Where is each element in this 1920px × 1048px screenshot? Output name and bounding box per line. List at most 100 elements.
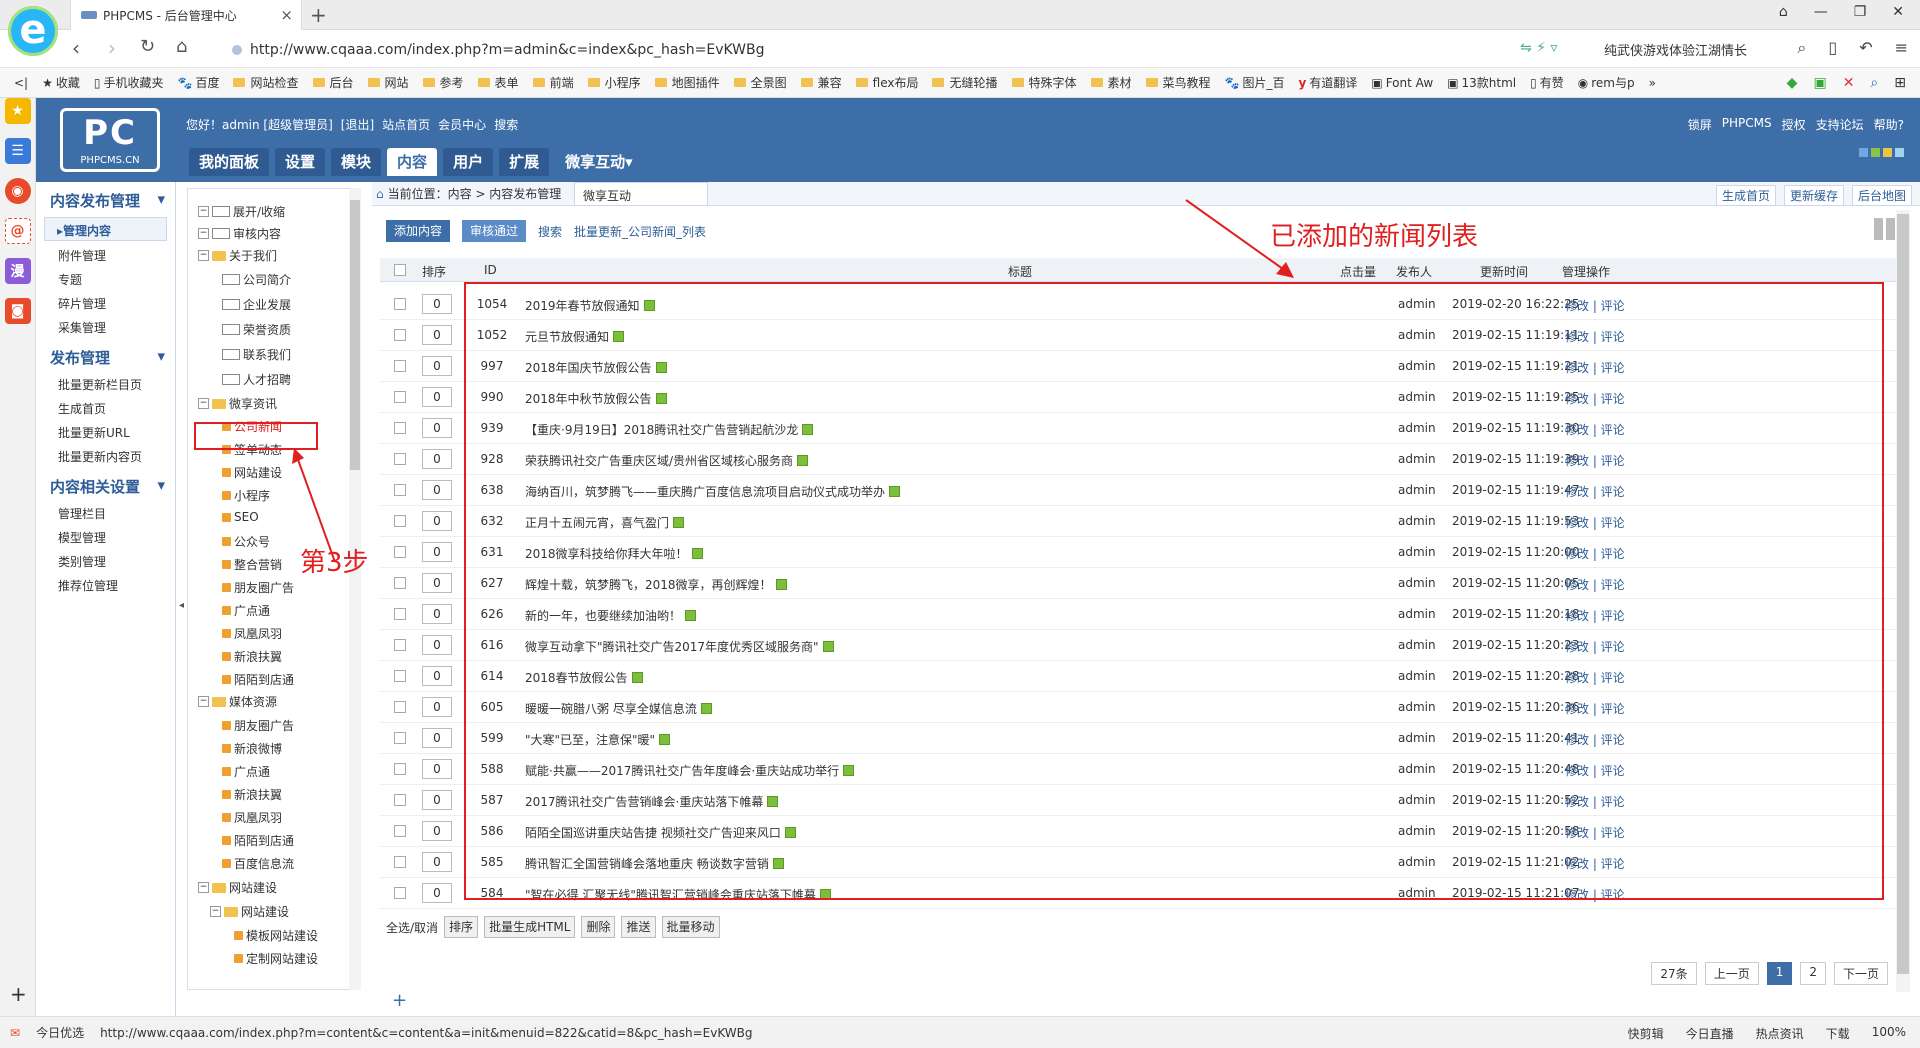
home-icon[interactable]: ⌂	[376, 187, 384, 201]
tab-extensions[interactable]: 扩展	[499, 148, 550, 176]
order-input[interactable]: 0	[422, 418, 452, 438]
menu-item-types[interactable]: 类别管理	[36, 549, 175, 573]
search-link[interactable]: 搜索	[538, 223, 562, 240]
order-input[interactable]: 0	[422, 294, 452, 314]
phpcms-link[interactable]: PHPCMS	[1722, 116, 1772, 133]
bookmark-folder[interactable]: 后台	[312, 74, 354, 91]
member-center-link[interactable]: 会员中心	[438, 116, 486, 133]
order-input[interactable]: 0	[422, 387, 452, 407]
menu-item-update-category-pages[interactable]: 批量更新栏目页	[36, 372, 175, 396]
bookmark-folder[interactable]: 素材	[1090, 74, 1132, 91]
order-input[interactable]: 0	[422, 883, 452, 903]
tree-node[interactable]: 广点通	[222, 763, 270, 780]
tree-node[interactable]: 公司简介	[222, 271, 291, 288]
phpcms-logo[interactable]: PC PHPCMS.CN	[60, 108, 160, 172]
close-icon[interactable]: ×	[280, 6, 293, 24]
tree-node[interactable]: 网站建设	[222, 464, 282, 481]
bookmark-folder[interactable]: 兼容	[800, 74, 842, 91]
row-checkbox[interactable]	[394, 577, 406, 589]
row-checkbox[interactable]	[394, 298, 406, 310]
logout-link[interactable]: [退出]	[341, 116, 374, 133]
order-input[interactable]: 0	[422, 852, 452, 872]
order-input[interactable]: 0	[422, 480, 452, 500]
batch-html-button[interactable]: 批量生成HTML	[484, 916, 576, 938]
bookmark-folder[interactable]: 小程序	[587, 74, 641, 91]
new-tab-icon[interactable]: +	[310, 3, 327, 27]
order-input[interactable]: 0	[422, 759, 452, 779]
next-page-button[interactable]: 下一页	[1833, 962, 1888, 985]
bookmark-folder[interactable]: 全景图	[733, 74, 787, 91]
license-link[interactable]: 授权	[1782, 116, 1806, 133]
search-link[interactable]: 搜索	[494, 116, 518, 133]
weibo-icon[interactable]: ◉	[4, 178, 31, 204]
download-link[interactable]: 下载	[1826, 1025, 1850, 1042]
bookmark-item[interactable]: 🐾 百度	[178, 74, 220, 91]
order-input[interactable]: 0	[422, 542, 452, 562]
bookmark-folder[interactable]: 网站	[367, 74, 409, 91]
bookmark-folder[interactable]: flex布局	[855, 74, 918, 91]
game-icon[interactable]: ◙	[4, 298, 31, 324]
tree-node[interactable]: SEO	[222, 510, 259, 524]
batch-move-button[interactable]: 批量移动	[661, 916, 720, 938]
bookmark-collapse-icon[interactable]: <|	[14, 76, 28, 90]
undo-icon[interactable]: ↶	[1859, 38, 1872, 58]
row-checkbox[interactable]	[394, 329, 406, 341]
bookmark-item[interactable]: ▯ 有赞	[1530, 74, 1564, 91]
star-icon[interactable]: ★	[4, 98, 31, 124]
add-content-button[interactable]: 添加内容	[386, 220, 451, 242]
page-2-button[interactable]: 2	[1800, 962, 1826, 985]
sort-button[interactable]: 排序	[444, 916, 479, 938]
lock-screen-link[interactable]: 锁屏	[1688, 116, 1712, 133]
select-all-link[interactable]: 全选/取消	[386, 919, 438, 936]
tree-scroll-thumb[interactable]	[350, 200, 360, 470]
hot-news-link[interactable]: 热点资讯	[1756, 1025, 1804, 1042]
skin-yellow[interactable]	[1883, 148, 1892, 157]
order-input[interactable]: 0	[422, 511, 452, 531]
row-checkbox[interactable]	[394, 360, 406, 372]
push-button[interactable]: 推送	[621, 916, 656, 938]
row-checkbox[interactable]	[394, 732, 406, 744]
order-input[interactable]: 0	[422, 573, 452, 593]
order-input[interactable]: 0	[422, 666, 452, 686]
menu-item-models[interactable]: 模型管理	[36, 525, 175, 549]
tree-node[interactable]: 模板网站建设	[234, 927, 318, 944]
tree-node[interactable]: 定制网站建设	[234, 950, 318, 967]
row-checkbox[interactable]	[394, 763, 406, 775]
forum-link[interactable]: 支持论坛	[1816, 116, 1864, 133]
tree-node[interactable]: 朋友圈广告	[222, 579, 294, 596]
update-cache-button[interactable]: 更新缓存	[1783, 185, 1844, 206]
home-icon[interactable]: ⌂	[176, 36, 187, 57]
tree-node[interactable]: 陌陌到店通	[222, 832, 294, 849]
grid-icon[interactable]: ⊞	[1894, 75, 1906, 91]
site-switcher[interactable]: 微享互动▾	[555, 148, 643, 176]
approved-button[interactable]: 审核通过	[462, 220, 527, 242]
menu-item-fragments[interactable]: 碎片管理	[36, 291, 175, 315]
tree-expand-all[interactable]: − 展开/收缩	[198, 203, 285, 220]
row-checkbox[interactable]	[394, 608, 406, 620]
menu-group-publish[interactable]: 发布管理 ▾	[36, 339, 175, 372]
prev-page-button[interactable]: 上一页	[1704, 962, 1759, 985]
batch-update-link[interactable]: 批量更新_公司新闻_列表	[574, 223, 706, 240]
menu-group-content-settings[interactable]: 内容相关设置 ▾	[36, 468, 175, 501]
bookmark-item[interactable]: ▯ 手机收藏夹	[94, 74, 164, 91]
recommend-icon[interactable]: ✉	[10, 1026, 20, 1040]
order-input[interactable]: 0	[422, 790, 452, 810]
menu-icon[interactable]: ≡	[1895, 38, 1908, 58]
add-icon[interactable]: +	[10, 982, 27, 1006]
skin-blue[interactable]	[1859, 148, 1868, 157]
row-checkbox[interactable]	[394, 453, 406, 465]
mail-icon[interactable]: @	[4, 218, 31, 244]
row-checkbox[interactable]	[394, 701, 406, 713]
order-input[interactable]: 0	[422, 604, 452, 624]
menu-item-generate-home[interactable]: 生成首页	[36, 396, 175, 420]
tree-node[interactable]: 公众号	[222, 533, 270, 550]
tree-node[interactable]: 企业发展	[222, 296, 291, 313]
tree-web[interactable]: − 网站建设	[198, 879, 277, 896]
menu-item-update-content-pages[interactable]: 批量更新内容页	[36, 444, 175, 468]
tree-about[interactable]: − 关于我们	[198, 247, 277, 264]
order-input[interactable]: 0	[422, 635, 452, 655]
refresh-icon[interactable]: ↻	[140, 36, 155, 57]
tab-my-panel[interactable]: 我的面板	[189, 148, 270, 176]
cross-icon[interactable]: ✕	[1843, 75, 1855, 91]
maximize-icon[interactable]: ❐	[1854, 4, 1867, 20]
